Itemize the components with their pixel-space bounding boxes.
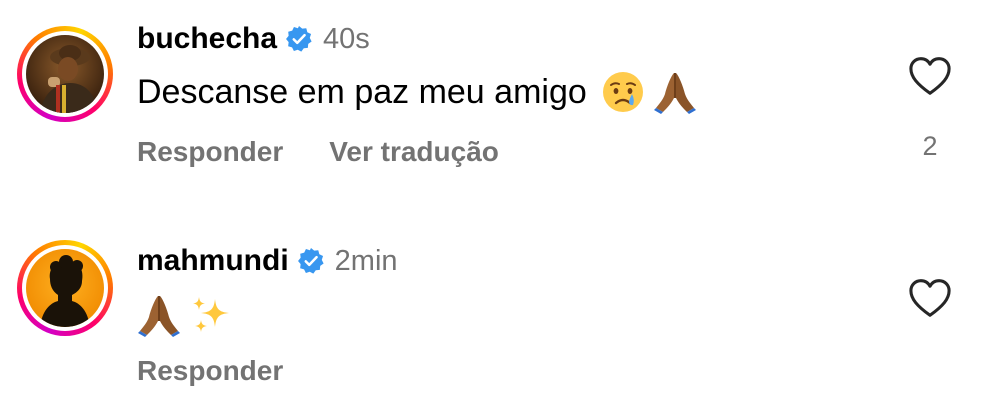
heart-outline-icon[interactable] <box>898 56 962 101</box>
comment-header: buchecha 40s <box>137 22 370 56</box>
verified-badge-icon <box>297 247 325 275</box>
comment-actions: Responder <box>137 355 283 387</box>
reply-button[interactable]: Responder <box>137 136 283 168</box>
avatar[interactable] <box>17 26 113 122</box>
sparkles-emoji <box>189 293 233 337</box>
reply-button[interactable]: Responder <box>137 355 283 387</box>
like-column: 2 <box>898 56 962 162</box>
folded-hands-emoji <box>137 293 181 337</box>
comment-actions: Responder Ver tradução <box>137 136 499 168</box>
timestamp: 2min <box>334 244 398 277</box>
like-column <box>898 278 962 323</box>
see-translation-button[interactable]: Ver tradução <box>329 136 499 168</box>
like-count[interactable]: 2 <box>898 131 962 162</box>
comment-text <box>137 293 233 337</box>
comment-item: buchecha 40s Descanse em paz meu amigo R… <box>0 0 1000 200</box>
username[interactable]: buchecha <box>137 22 277 56</box>
avatar-photo <box>26 249 104 327</box>
comment-item: mahmundi 2min Responder <box>0 220 1000 409</box>
username[interactable]: mahmundi <box>137 244 289 278</box>
avatar-photo <box>26 35 104 113</box>
crying-face-emoji <box>601 70 645 114</box>
folded-hands-emoji <box>653 70 697 114</box>
heart-outline-icon[interactable] <box>898 278 962 323</box>
comment-text: Descanse em paz meu amigo <box>137 70 697 114</box>
avatar[interactable] <box>17 240 113 336</box>
verified-badge-icon <box>285 25 313 53</box>
timestamp: 40s <box>323 22 370 55</box>
comment-header: mahmundi 2min <box>137 244 398 278</box>
comment-message: Descanse em paz meu amigo <box>137 72 587 111</box>
